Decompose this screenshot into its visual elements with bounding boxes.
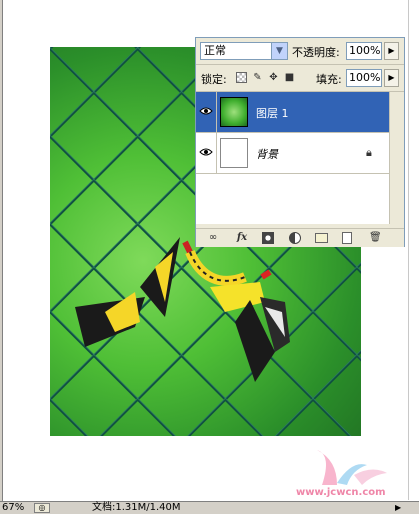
layers-bottom-toolbar: ∞ fx 🗑︎ (196, 228, 404, 247)
watermark-text: www.jcwcn.com (296, 487, 386, 498)
document-size-info: 文档:1.31M/1.40M (92, 502, 181, 513)
layer-name: 图层 1 (256, 107, 289, 120)
workspace-left-edge (0, 0, 3, 513)
status-menu-icon[interactable]: ◎ (34, 503, 50, 513)
lock-image-pixels-icon[interactable]: ✎ (252, 72, 263, 83)
fill-slider-arrow-icon[interactable]: ▶ (384, 69, 399, 87)
status-arrow-icon[interactable]: ▶ (395, 502, 401, 514)
fill-input[interactable]: 100% (346, 69, 382, 87)
visibility-toggle[interactable] (196, 92, 217, 132)
layer-mask-icon[interactable] (262, 232, 274, 244)
bird-logo-icon (317, 450, 387, 485)
layer-list-scrollbar[interactable] (389, 92, 404, 224)
zoom-level[interactable]: 67% (2, 502, 24, 514)
workspace-right-edge (408, 0, 419, 500)
blend-mode-select[interactable]: 正常 ▼ (200, 42, 288, 60)
watermark-logo: www.jcwcn.com (292, 445, 412, 500)
layer-list: 图层 1 背景 🔒︎ (196, 92, 404, 224)
new-layer-icon[interactable] (342, 232, 352, 244)
link-icon[interactable]: ∞ (204, 232, 222, 244)
layer-row-layer1[interactable]: 图层 1 (196, 92, 390, 133)
layer-thumbnail (220, 138, 248, 168)
trash-icon[interactable]: 🗑︎ (369, 232, 382, 244)
lock-transparent-pixels-icon[interactable] (236, 72, 247, 83)
lock-position-icon[interactable]: ✥ (268, 72, 279, 83)
eye-icon (199, 107, 213, 115)
new-group-icon[interactable] (315, 233, 328, 243)
lock-all-icon[interactable]: ■ (284, 72, 295, 83)
layer-row-background[interactable]: 背景 🔒︎ (196, 133, 390, 174)
lock-fill-row: 锁定: ✎ ✥ ■ 填充: 100% ▶ (196, 65, 404, 92)
blend-mode-value: 正常 (204, 44, 226, 57)
fill-label: 填充: (316, 73, 342, 86)
opacity-slider-arrow-icon[interactable]: ▶ (384, 42, 399, 60)
layer-thumbnail (220, 97, 248, 127)
eye-icon (199, 148, 213, 156)
lock-icon: 🔒︎ (366, 146, 372, 159)
status-bar: 67% ◎ 文档:1.31M/1.40M ▶ (0, 501, 419, 514)
lock-label: 锁定: (201, 73, 227, 86)
layers-panel: 正常 ▼ 不透明度: 100% ▶ 锁定: ✎ ✥ ■ 填充: 100% ▶ 图… (195, 37, 405, 247)
chevron-down-icon[interactable]: ▼ (271, 43, 287, 59)
blend-opacity-row: 正常 ▼ 不透明度: 100% ▶ (196, 38, 404, 65)
opacity-label: 不透明度: (292, 46, 340, 59)
adjustment-layer-icon[interactable] (289, 232, 301, 244)
fx-icon[interactable]: fx (234, 232, 250, 244)
visibility-toggle[interactable] (196, 133, 217, 173)
layer-name: 背景 (256, 148, 278, 161)
opacity-input[interactable]: 100% (346, 42, 382, 60)
